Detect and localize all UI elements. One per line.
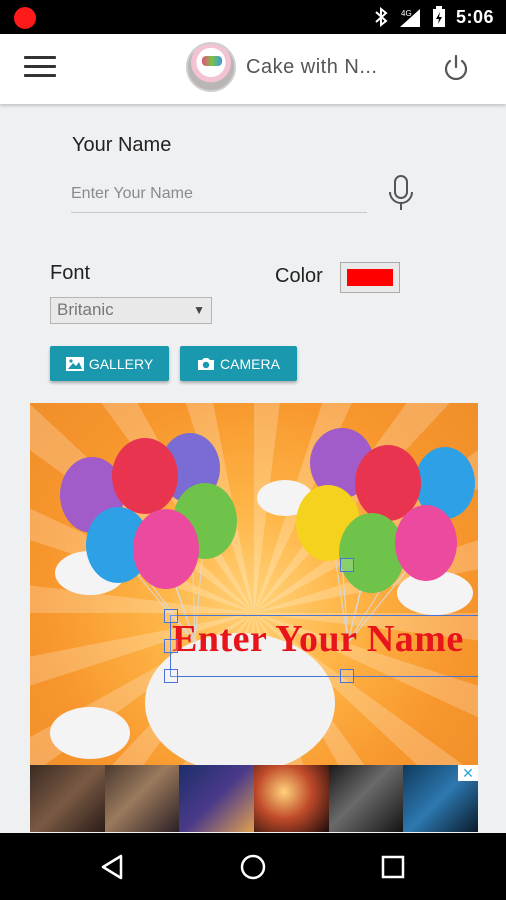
ad-banner[interactable]: ▷ [30, 765, 478, 832]
gallery-label: GALLERY [88, 355, 154, 372]
recents-icon[interactable] [377, 851, 409, 883]
gallery-button[interactable]: GALLERY [50, 346, 169, 381]
camera-icon [198, 357, 215, 370]
ad-photo [328, 765, 404, 832]
resize-handle[interactable] [164, 669, 178, 683]
ad-close-icon[interactable]: ✕ [458, 765, 478, 781]
ad-photo [30, 765, 105, 832]
camera-label: CAMERA [220, 355, 280, 372]
app-bar: Cake with N... [0, 34, 506, 104]
ad-photo [104, 765, 180, 832]
resize-handle[interactable] [340, 558, 354, 572]
app-title: Cake with N... [246, 56, 378, 78]
app-logo [186, 42, 236, 92]
font-label: Font [50, 262, 91, 284]
font-dropdown-value: Britanic [57, 300, 114, 319]
status-icons: 4G 5:06 [374, 0, 494, 34]
text-selection-box[interactable] [170, 615, 478, 677]
resize-handle[interactable] [164, 609, 178, 623]
color-picker-swatch[interactable] [340, 262, 400, 293]
status-time: 5:06 [455, 6, 494, 27]
navigation-bar [0, 833, 506, 900]
home-icon[interactable] [237, 851, 269, 883]
resize-handle[interactable] [340, 669, 354, 683]
resize-handle[interactable] [164, 639, 178, 653]
color-label: Color [275, 265, 323, 287]
hamburger-menu-icon[interactable] [24, 56, 56, 82]
camera-button[interactable]: CAMERA [180, 346, 297, 381]
image-icon [65, 356, 84, 371]
microphone-icon[interactable] [386, 174, 416, 214]
name-label: Your Name [72, 134, 172, 156]
balloons-illustration [50, 428, 475, 765]
status-bar: 4G 5:06 [0, 0, 506, 34]
cake-canvas[interactable]: Enter Your Name [30, 403, 478, 765]
battery-icon [432, 6, 445, 27]
signal-4g-icon: 4G [399, 9, 420, 27]
font-dropdown[interactable]: Britanic ▼ [50, 297, 212, 324]
back-icon[interactable] [97, 851, 129, 883]
selected-color [347, 269, 393, 286]
recording-indicator-icon [14, 7, 36, 29]
power-icon[interactable] [440, 52, 472, 84]
ad-photo [254, 765, 329, 832]
bluetooth-icon [375, 7, 388, 27]
dropdown-arrow-icon: ▼ [193, 303, 205, 317]
ad-photo [179, 765, 255, 832]
svg-text:4G: 4G [401, 9, 412, 18]
name-input[interactable] [71, 176, 367, 213]
